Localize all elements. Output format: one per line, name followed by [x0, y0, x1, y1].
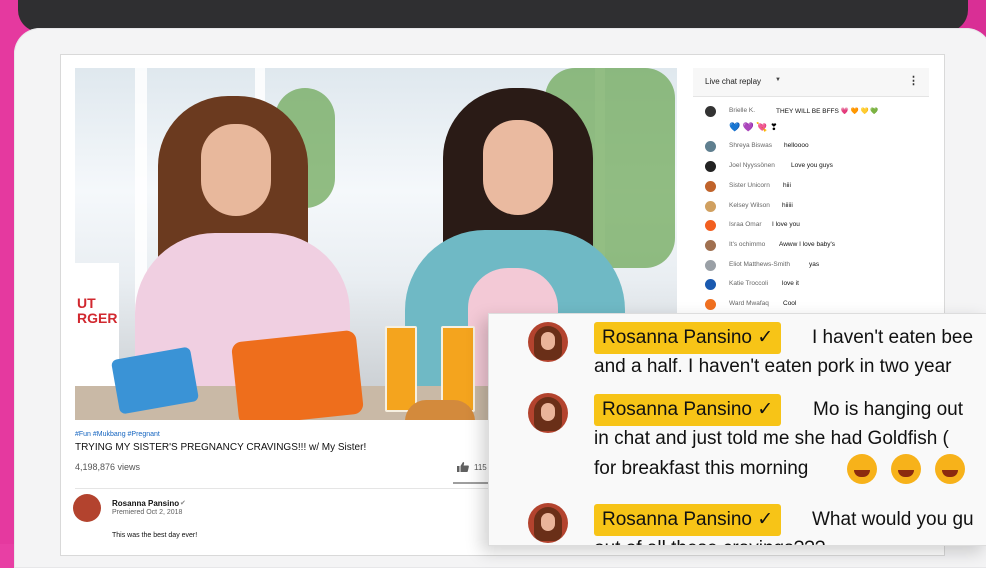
- creator-avatar: [528, 503, 568, 543]
- hashtags[interactable]: #Fun #Mukbang #Pregnant: [75, 431, 160, 438]
- verified-badge-icon: ✔: [180, 500, 186, 507]
- bread-roll: [405, 400, 475, 420]
- creator-avatar: [528, 322, 568, 362]
- chat-text: hiii: [783, 182, 791, 189]
- chat-avatar: [705, 201, 716, 212]
- message-text: out of all these cravings???: [594, 534, 825, 545]
- chat-avatar: [705, 141, 716, 152]
- juice-glass: [385, 326, 417, 412]
- chat-text: yas: [809, 261, 820, 268]
- sign-text: UT RGER: [77, 295, 118, 326]
- author-badge[interactable]: Rosanna Pansino ✓: [594, 394, 782, 426]
- sentiment-bar: [453, 482, 491, 484]
- message-text: I haven't eaten bee: [812, 327, 974, 348]
- chat-avatar: [705, 299, 716, 310]
- chat-author: It's ochimmo: [729, 241, 766, 248]
- live-chat-title[interactable]: Live chat replay: [705, 77, 761, 86]
- emoji-row: [847, 454, 979, 484]
- more-vert-icon[interactable]: ⋮: [908, 74, 919, 87]
- creator-avatar: [528, 393, 568, 433]
- chat-avatar: [705, 106, 716, 117]
- chat-author: Kelsey Wilson: [729, 202, 770, 209]
- zoomed-chat-overlay: Rosanna Pansino ✓ I haven't eaten bee an…: [488, 313, 986, 546]
- chat-text: THEY WILL BE BFFS 💗 🧡 💛 💚: [776, 108, 879, 115]
- divider: [75, 488, 495, 489]
- chat-author: Joel Nyyssönen: [729, 162, 775, 169]
- chat-avatar: [705, 220, 716, 231]
- chat-author: Sister Unicorn: [729, 182, 770, 189]
- premiere-date: Premiered Oct 2, 2018: [112, 509, 183, 516]
- view-count: 4,198,876 views: [75, 462, 141, 472]
- message-text: for breakfast this morning: [594, 458, 809, 479]
- video-title: TRYING MY SISTER'S PREGNANCY CRAVINGS!!!…: [75, 442, 367, 453]
- message-text: and a half. I haven't eaten pork in two …: [594, 356, 952, 377]
- chat-author: Shreya Biswas: [729, 142, 772, 149]
- rofl-emoji-icon: [891, 454, 921, 484]
- chat-text: Awww I love baby's: [779, 241, 836, 248]
- chat-avatar: [705, 279, 716, 290]
- video-description: This was the best day ever!: [112, 532, 198, 539]
- sister-face: [483, 120, 553, 215]
- chat-author: Brielle K.: [729, 107, 756, 114]
- chat-emoji-line: 💙 💜 💘 ❣: [729, 122, 778, 132]
- author-badge[interactable]: Rosanna Pansino ✓: [594, 504, 782, 536]
- author-badge[interactable]: Rosanna Pansino ✓: [594, 322, 782, 354]
- message-text: What would you gu: [812, 509, 974, 530]
- host-face: [201, 124, 271, 216]
- message-text: in chat and just told me she had Goldfis…: [594, 428, 949, 449]
- chips-bag: [230, 329, 365, 420]
- channel-avatar[interactable]: [73, 494, 101, 522]
- message-text: Mo is hanging out: [813, 399, 963, 420]
- chat-avatar: [705, 161, 716, 172]
- channel-name[interactable]: Rosanna Pansino: [112, 499, 179, 508]
- rofl-emoji-icon: [935, 454, 965, 484]
- thumbs-up-icon[interactable]: [457, 462, 469, 472]
- rofl-emoji-icon: [847, 454, 877, 484]
- chat-text: hiiiii: [782, 202, 793, 209]
- chat-author: Katie Troccoli: [729, 280, 769, 287]
- chat-avatar: [705, 181, 716, 192]
- chat-avatar: [705, 260, 716, 271]
- like-count: 115: [474, 463, 487, 472]
- chat-text: Love you guys: [791, 162, 833, 169]
- chat-text: I love you: [772, 221, 800, 228]
- chat-text: Cool: [783, 300, 797, 307]
- chat-avatar: [705, 240, 716, 251]
- live-chat-header: Live chat replay ▼ ⋮: [693, 68, 929, 97]
- chat-author: Ward Mwafaq: [729, 300, 769, 307]
- live-chat-panel: Live chat replay ▼ ⋮ Brielle K. THEY WIL…: [693, 68, 929, 318]
- chat-author: Israa Omar: [729, 221, 762, 228]
- chat-text: love it: [782, 280, 799, 287]
- chat-author: Eliot Matthews-Smith: [729, 261, 791, 268]
- caret-down-icon[interactable]: ▼: [775, 77, 781, 83]
- chat-text: helloooo: [784, 142, 809, 149]
